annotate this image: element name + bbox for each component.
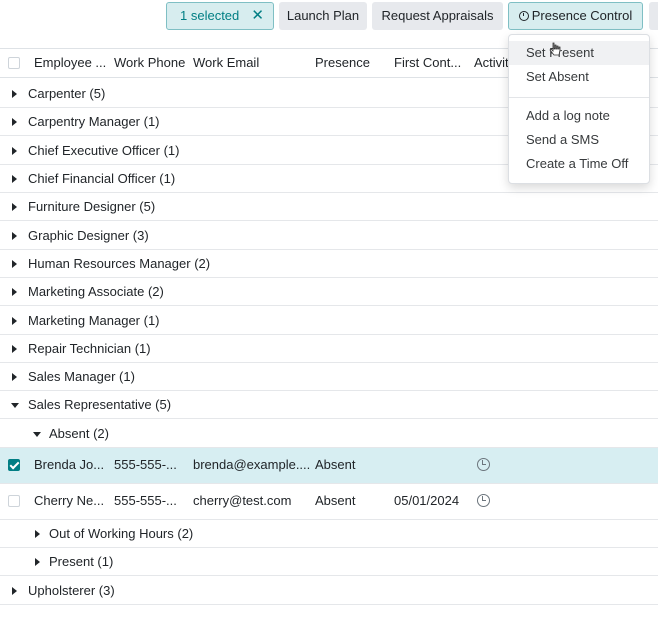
subgroup-label: Absent (2)	[49, 426, 109, 441]
group-row[interactable]: Repair Technician (1)	[0, 335, 658, 363]
group-row-expanded[interactable]: Sales Representative (5)	[0, 391, 658, 419]
menu-item-create-time-off[interactable]: Create a Time Off	[509, 152, 649, 176]
column-work-phone[interactable]: Work Phone	[114, 49, 188, 77]
presence-control-menu: Set Present Set Absent Add a log note Se…	[508, 34, 650, 184]
employee-name: Brenda Jo...	[34, 457, 105, 472]
presence-status: Absent	[315, 457, 356, 472]
column-presence[interactable]: Presence	[315, 49, 387, 77]
caret-right-icon	[12, 203, 17, 211]
more-actions-button[interactable]	[649, 2, 658, 30]
group-label: Marketing Manager (1)	[28, 313, 160, 328]
group-row[interactable]: Marketing Manager (1)	[0, 307, 658, 335]
group-row[interactable]: Furniture Designer (5)	[0, 193, 658, 221]
group-label: Chief Financial Officer (1)	[28, 171, 176, 186]
caret-right-icon	[12, 175, 17, 183]
table-row[interactable]: Brenda Jo... 555-555-... brenda@example.…	[0, 448, 658, 484]
caret-right-icon	[12, 345, 17, 353]
group-label: Carpentry Manager (1)	[28, 114, 160, 129]
row-checkbox[interactable]	[8, 459, 20, 471]
group-label: Furniture Designer (5)	[28, 199, 156, 214]
menu-item-add-log-note[interactable]: Add a log note	[509, 104, 649, 128]
request-appraisals-button[interactable]: Request Appraisals	[372, 2, 503, 30]
subgroup-row[interactable]: Out of Working Hours (2)	[0, 520, 658, 548]
caret-right-icon	[35, 530, 40, 538]
group-row[interactable]: Graphic Designer (3)	[0, 222, 658, 250]
caret-right-icon	[12, 260, 17, 268]
caret-right-icon	[12, 232, 17, 240]
group-row[interactable]: Human Resources Manager (2)	[0, 250, 658, 278]
group-label: Sales Manager (1)	[28, 369, 135, 384]
column-employee[interactable]: Employee ...	[34, 49, 108, 77]
subgroup-row-expanded[interactable]: Absent (2)	[0, 420, 658, 448]
work-phone: 555-555-...	[114, 457, 177, 472]
caret-right-icon	[12, 288, 17, 296]
group-label: Sales Representative (5)	[28, 397, 172, 412]
first-contact: 05/01/2024	[394, 493, 460, 508]
table-row[interactable]: Cherry Ne... 555-555-... cherry@test.com…	[0, 484, 658, 520]
menu-item-set-absent[interactable]: Set Absent	[509, 65, 649, 89]
column-first-contact[interactable]: First Cont...	[394, 49, 466, 77]
clock-icon	[518, 11, 529, 21]
subgroup-label: Out of Working Hours (2)	[49, 526, 194, 541]
caret-down-icon	[33, 432, 41, 437]
group-row[interactable]: Sales Manager (1)	[0, 363, 658, 391]
menu-item-send-sms[interactable]: Send a SMS	[509, 128, 649, 152]
caret-right-icon	[35, 558, 40, 566]
work-email: brenda@example....	[193, 457, 311, 472]
column-work-email[interactable]: Work Email	[193, 49, 303, 77]
group-label: Human Resources Manager (2)	[28, 256, 211, 271]
group-label: Carpenter (5)	[28, 86, 106, 101]
group-label: Repair Technician (1)	[28, 341, 151, 356]
work-email: cherry@test.com	[193, 493, 292, 508]
column-activities[interactable]: Activit	[474, 49, 510, 77]
group-row[interactable]: Upholsterer (3)	[0, 577, 658, 605]
clear-selection-icon[interactable]: ✕	[251, 3, 264, 29]
subgroup-label: Present (1)	[49, 554, 114, 569]
presence-status: Absent	[315, 493, 356, 508]
presence-control-button[interactable]: Presence Control	[508, 2, 643, 30]
select-all-checkbox[interactable]	[8, 57, 20, 69]
caret-right-icon	[12, 317, 17, 325]
caret-right-icon	[12, 118, 17, 126]
caret-right-icon	[12, 587, 17, 595]
caret-right-icon	[12, 90, 17, 98]
selection-count: 1 selected	[180, 8, 240, 23]
selection-badge[interactable]: 1 selected ✕	[166, 2, 274, 30]
group-label: Graphic Designer (3)	[28, 228, 149, 243]
activity-clock-icon[interactable]	[477, 494, 490, 507]
menu-divider	[509, 97, 649, 98]
caret-right-icon	[12, 147, 17, 155]
presence-control-label: Presence Control	[531, 8, 633, 23]
caret-right-icon	[12, 373, 17, 381]
subgroup-row[interactable]: Present (1)	[0, 548, 658, 576]
caret-down-icon	[11, 403, 19, 408]
group-label: Upholsterer (3)	[28, 583, 115, 598]
menu-item-set-present[interactable]: Set Present	[509, 41, 649, 65]
group-label: Chief Executive Officer (1)	[28, 143, 180, 158]
employee-name: Cherry Ne...	[34, 493, 105, 508]
launch-plan-button[interactable]: Launch Plan	[279, 2, 367, 30]
row-checkbox[interactable]	[8, 495, 20, 507]
group-row[interactable]: Marketing Associate (2)	[0, 278, 658, 306]
pointer-cursor-icon	[549, 42, 561, 56]
work-phone: 555-555-...	[114, 493, 177, 508]
activity-clock-icon[interactable]	[477, 458, 490, 471]
group-label: Marketing Associate (2)	[28, 284, 164, 299]
